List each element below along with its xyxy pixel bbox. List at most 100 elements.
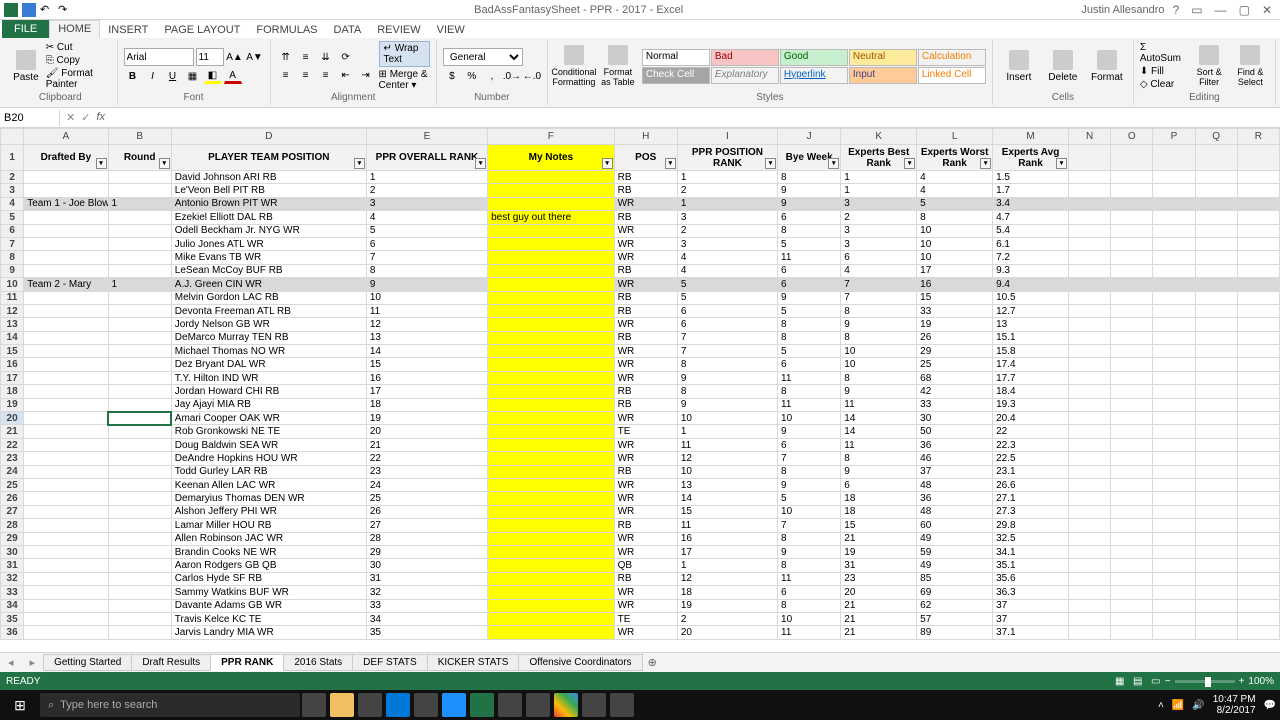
cell[interactable]: 26.6 [993, 478, 1069, 491]
col-header[interactable]: M [993, 129, 1069, 145]
cell[interactable]: RB [614, 331, 677, 344]
sheet-tab[interactable]: 2016 Stats [283, 654, 353, 671]
cell[interactable]: 26 [917, 331, 993, 344]
cell[interactable] [24, 224, 108, 237]
clear-button[interactable]: ◇ Clear [1140, 79, 1187, 90]
cell[interactable] [1195, 251, 1237, 264]
cell[interactable] [108, 599, 171, 612]
cell[interactable] [1195, 197, 1237, 210]
style-explanatory[interactable]: Explanatory ... [711, 67, 779, 84]
sheet-tab[interactable]: DEF STATS [352, 654, 428, 671]
cell[interactable] [1195, 385, 1237, 398]
cell[interactable]: 36 [917, 438, 993, 451]
cell[interactable]: 12 [677, 452, 777, 465]
cell[interactable] [108, 251, 171, 264]
cell[interactable]: RB [614, 184, 677, 197]
cell[interactable]: 34 [366, 612, 487, 625]
cell[interactable]: 18 [677, 586, 777, 599]
cell[interactable]: 5 [778, 345, 841, 358]
cell[interactable]: DeMarco Murray TEN RB [171, 331, 366, 344]
col-header[interactable]: P [1153, 129, 1195, 145]
cell[interactable] [24, 358, 108, 371]
cell[interactable] [1237, 572, 1279, 585]
cut-button[interactable]: ✂ Cut [46, 42, 111, 53]
merge-center-button[interactable]: ⊞ Merge & Center ▾ [379, 69, 430, 91]
cell[interactable] [24, 385, 108, 398]
cell[interactable]: WR [614, 478, 677, 491]
cell[interactable] [108, 532, 171, 545]
row-header[interactable]: 12 [1, 304, 24, 317]
cell[interactable] [1195, 425, 1237, 438]
cell[interactable]: 9 [778, 184, 841, 197]
cell[interactable] [1195, 291, 1237, 304]
style-calculation[interactable]: Calculation [918, 49, 986, 66]
cell[interactable]: Julio Jones ATL WR [171, 237, 366, 250]
redo-icon[interactable]: ↷ [58, 3, 72, 17]
cell[interactable] [1153, 264, 1195, 277]
cell[interactable]: 1 [108, 197, 171, 210]
cell[interactable] [1153, 318, 1195, 331]
column-header-cell[interactable]: Experts Worst Rank▾ [917, 145, 993, 171]
cell[interactable]: Alshon Jeffery PHI WR [171, 505, 366, 518]
cell[interactable] [1111, 371, 1153, 384]
cell[interactable]: 3 [677, 237, 777, 250]
cell[interactable] [1195, 211, 1237, 224]
cell[interactable]: Antonio Brown PIT WR [171, 197, 366, 210]
cell[interactable] [108, 264, 171, 277]
cell[interactable]: Jordy Nelson GB WR [171, 318, 366, 331]
cell[interactable]: 33 [366, 599, 487, 612]
cell[interactable]: 9 [778, 197, 841, 210]
row-header[interactable]: 16 [1, 358, 24, 371]
cell[interactable]: 15 [841, 519, 917, 532]
tab-pagelayout[interactable]: PAGE LAYOUT [156, 22, 248, 38]
cell[interactable]: 14 [677, 492, 777, 505]
cell[interactable]: Devonta Freeman ATL RB [171, 304, 366, 317]
cell[interactable] [108, 612, 171, 625]
cell[interactable] [488, 412, 615, 425]
cell[interactable]: 32 [366, 586, 487, 599]
cell[interactable] [1153, 545, 1195, 558]
style-linked-cell[interactable]: Linked Cell [918, 67, 986, 84]
cell[interactable] [108, 465, 171, 478]
font-name-input[interactable] [124, 48, 194, 66]
cell[interactable]: 21 [841, 612, 917, 625]
cell[interactable] [1068, 371, 1110, 384]
cell[interactable] [108, 438, 171, 451]
row-header[interactable]: 6 [1, 224, 24, 237]
cell[interactable]: 12.7 [993, 304, 1069, 317]
cell[interactable]: 18 [366, 398, 487, 411]
cell[interactable]: 36.3 [993, 586, 1069, 599]
style-hyperlink[interactable]: Hyperlink [780, 67, 848, 84]
cell[interactable] [488, 505, 615, 518]
cell[interactable]: 23 [366, 465, 487, 478]
col-header[interactable]: B [108, 129, 171, 145]
cell[interactable] [1237, 505, 1279, 518]
cell[interactable]: Travis Kelce KC TE [171, 612, 366, 625]
cell[interactable]: 8 [841, 371, 917, 384]
cell[interactable] [1068, 211, 1110, 224]
cell[interactable]: 5 [917, 197, 993, 210]
page-break-view-icon[interactable]: ▭ [1147, 676, 1165, 687]
cell[interactable]: WR [614, 492, 677, 505]
cell[interactable]: 11 [778, 398, 841, 411]
cell[interactable]: 7 [841, 278, 917, 291]
align-middle-icon[interactable]: ≡ [297, 49, 315, 65]
format-painter-button[interactable]: 🖌 Format Painter [46, 68, 111, 90]
cell[interactable]: 3.4 [993, 197, 1069, 210]
cell[interactable] [1068, 519, 1110, 532]
cell[interactable]: 5.4 [993, 224, 1069, 237]
cell[interactable] [1111, 612, 1153, 625]
cell[interactable]: 17.7 [993, 371, 1069, 384]
minimize-icon[interactable]: — [1215, 3, 1227, 17]
volume-icon[interactable]: 🔊 [1192, 700, 1204, 711]
row-header[interactable]: 7 [1, 237, 24, 250]
cell[interactable] [108, 559, 171, 572]
cell[interactable] [108, 626, 171, 639]
cell[interactable] [1153, 438, 1195, 451]
sheet-nav-prev-icon[interactable]: ◂ [0, 656, 22, 669]
increase-indent-icon[interactable]: ⇥ [357, 67, 375, 83]
cell[interactable]: 28 [366, 532, 487, 545]
cell[interactable]: 8 [778, 532, 841, 545]
row-header[interactable]: 11 [1, 291, 24, 304]
cell[interactable]: T.Y. Hilton IND WR [171, 371, 366, 384]
